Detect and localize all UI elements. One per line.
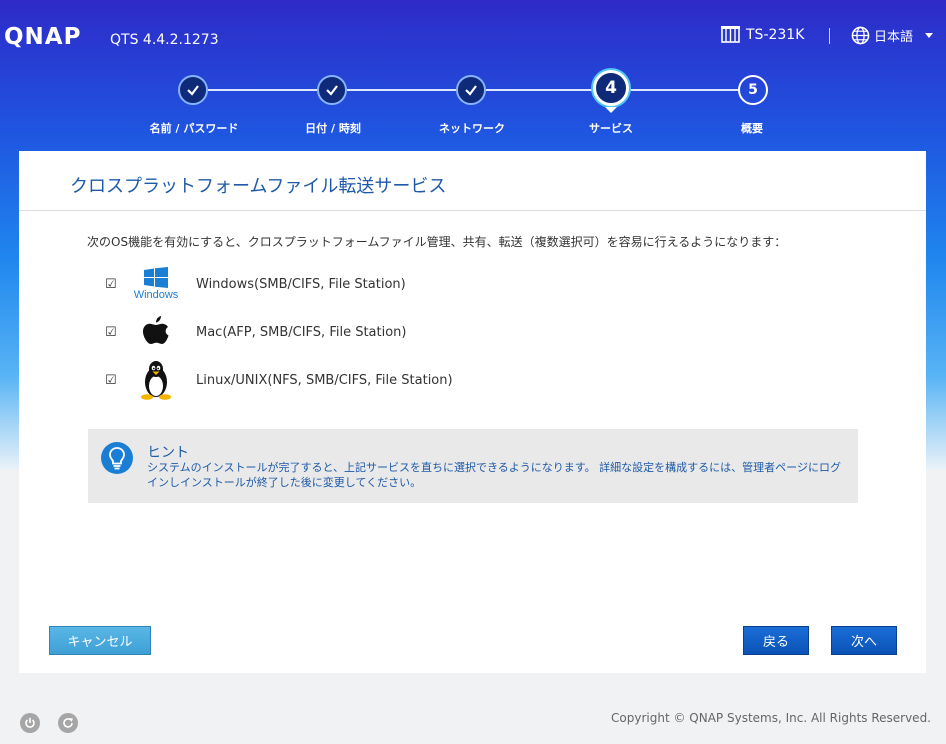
- windows-flag-icon: [144, 267, 168, 288]
- cancel-button[interactable]: キャンセル: [49, 626, 151, 655]
- check-icon: [187, 85, 199, 96]
- penguin-icon: [141, 361, 171, 400]
- windows-checkbox[interactable]: ☑: [105, 278, 118, 291]
- linux-checkbox[interactable]: ☑: [105, 374, 118, 387]
- mac-service-label: Mac(AFP, SMB/CIFS, File Station): [196, 324, 407, 340]
- services-panel: クロスプラットフォームファイル転送サービス 次のOS機能を有効にすると、クロスプ…: [19, 151, 926, 673]
- power-icon: [25, 717, 35, 728]
- page-title: クロスプラットフォームファイル転送サービス: [70, 176, 447, 197]
- model-name: TS-231K: [746, 26, 805, 43]
- linux-service-label: Linux/UNIX(NFS, SMB/CIFS, File Station): [196, 372, 453, 388]
- lightbulb-icon: [101, 442, 133, 474]
- header-divider: [829, 28, 830, 44]
- step-3-label: ネットワーク: [439, 122, 505, 135]
- step-4-label: サービス: [589, 122, 633, 135]
- step-1-label: 名前 / パスワード: [149, 122, 239, 135]
- language-label: 日本語: [874, 30, 914, 45]
- check-icon: [465, 85, 477, 96]
- refresh-icon: [63, 718, 73, 728]
- firmware-version: QTS 4.4.2.1273: [110, 32, 219, 48]
- language-selector[interactable]: 日本語: [851, 26, 934, 45]
- hint-text: システムのインストールが完了すると、上記サービスを直ちに選択できるようになります…: [147, 461, 841, 489]
- step-connector: [347, 89, 457, 91]
- mac-checkbox[interactable]: ☑: [105, 326, 118, 339]
- current-step-pointer: [605, 107, 617, 113]
- windows-logo-icon: Windows: [131, 264, 181, 304]
- step-connector: [486, 89, 594, 91]
- server-icon: [721, 26, 740, 43]
- copyright-text: Copyright © QNAP Systems, Inc. All Right…: [611, 711, 931, 725]
- top-bar: QNAP QTS 4.4.2.1273 TS-231K 日本語: [0, 0, 946, 72]
- device-model: TS-231K: [721, 26, 804, 43]
- windows-service-label: Windows(SMB/CIFS, File Station): [196, 276, 406, 292]
- globe-icon: [851, 26, 870, 45]
- step-connector: [208, 89, 318, 91]
- linux-tux-icon: [131, 360, 181, 400]
- step-1-done: [178, 75, 208, 105]
- step-3-done: [456, 75, 486, 105]
- apple-logo-icon: [131, 312, 181, 352]
- chevron-down-icon: [925, 33, 934, 38]
- step-5-future: 5: [738, 75, 768, 105]
- next-button[interactable]: 次へ: [831, 626, 897, 655]
- step-2-label: 日付 / 時刻: [305, 122, 361, 135]
- intro-text: 次のOS機能を有効にすると、クロスプラットフォームファイル管理、共有、転送（複数…: [87, 235, 787, 249]
- step-4-current: 4: [593, 70, 629, 106]
- step-connector: [629, 89, 739, 91]
- hint-box: ヒント システムのインストールが完了すると、上記サービスを直ちに選択できるように…: [88, 429, 858, 503]
- step-5-label: 概要: [741, 122, 763, 135]
- windows-wordmark: Windows: [133, 289, 179, 301]
- check-icon: [326, 85, 338, 96]
- apple-shape-icon: [143, 316, 169, 344]
- back-button[interactable]: 戻る: [743, 626, 809, 655]
- power-button[interactable]: [20, 713, 40, 733]
- title-divider: [19, 210, 926, 211]
- setup-steps: 4 5 名前 / パスワード 日付 / 時刻 ネットワーク サービス 概要: [0, 70, 946, 144]
- step-2-done: [317, 75, 347, 105]
- qnap-logo: QNAP: [4, 24, 82, 50]
- restart-button[interactable]: [58, 713, 78, 733]
- hint-title: ヒント: [147, 445, 189, 461]
